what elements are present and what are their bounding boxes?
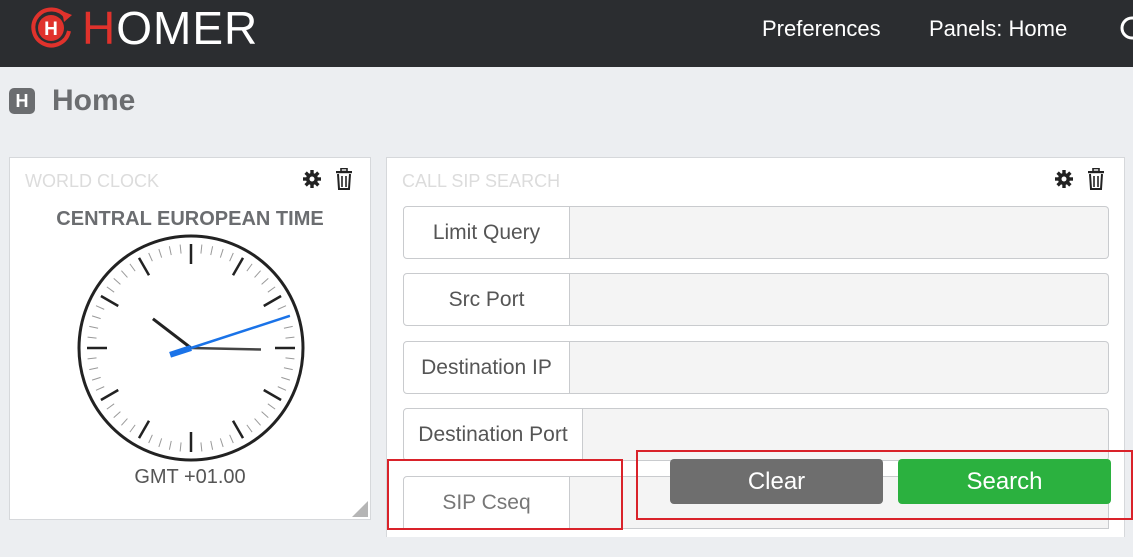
homer-logo[interactable]: H HOMER <box>28 5 258 51</box>
gear-icon[interactable] <box>1054 168 1074 190</box>
top-navbar: H HOMER Preferences Panels: Home <box>0 0 1133 67</box>
brand-rest: OMER <box>116 2 259 54</box>
page-title: Home <box>52 84 136 117</box>
resize-handle-icon[interactable] <box>352 501 368 517</box>
page-header: H Home <box>9 86 135 116</box>
destination-ip-input[interactable] <box>570 341 1109 394</box>
panel-tools <box>302 168 354 190</box>
destination-port-label: Destination Port <box>403 408 583 461</box>
search-button[interactable]: Search <box>898 459 1111 504</box>
nav-preferences[interactable]: Preferences <box>762 16 881 42</box>
panel-heading: WORLD CLOCK <box>25 171 160 191</box>
src-port-row: Src Port <box>403 273 1109 326</box>
svg-text:H: H <box>44 19 58 40</box>
home-h-icon: H <box>9 88 35 114</box>
trash-icon[interactable] <box>1086 168 1106 190</box>
clock-minute-hand <box>190 346 262 351</box>
limit-query-label: Limit Query <box>403 206 570 259</box>
destination-port-input[interactable] <box>583 408 1109 461</box>
nav-search-icon[interactable] <box>1118 14 1133 44</box>
destination-port-row: Destination Port <box>403 408 1109 461</box>
trash-icon[interactable] <box>334 168 354 190</box>
world-clock-panel: WORLD CLOCK CENTRAL EUROPEAN TIME GMT +0… <box>9 157 371 520</box>
limit-query-row: Limit Query <box>403 206 1109 259</box>
search-icon <box>1120 16 1133 40</box>
homer-logo-icon: H <box>31 7 72 48</box>
nav-panels-home[interactable]: Panels: Home <box>929 16 1067 42</box>
panel-heading: CALL SIP SEARCH <box>402 171 561 191</box>
brand-name: HOMER <box>82 5 258 51</box>
clear-button[interactable]: Clear <box>670 459 883 504</box>
panel-tools <box>1054 168 1106 190</box>
destination-ip-label: Destination IP <box>403 341 570 394</box>
gear-icon[interactable] <box>302 168 322 190</box>
brand-first-letter: H <box>82 2 117 54</box>
clock-gmt-offset: GMT +01.00 <box>134 466 246 488</box>
src-port-input[interactable] <box>570 273 1109 326</box>
sip-cseq-label: SIP Cseq <box>403 476 570 529</box>
analog-clock <box>77 234 305 462</box>
limit-query-input[interactable] <box>570 206 1109 259</box>
destination-ip-row: Destination IP <box>403 341 1109 394</box>
clock-zone-name: CENTRAL EUROPEAN TIME <box>56 208 324 230</box>
src-port-label: Src Port <box>403 273 570 326</box>
